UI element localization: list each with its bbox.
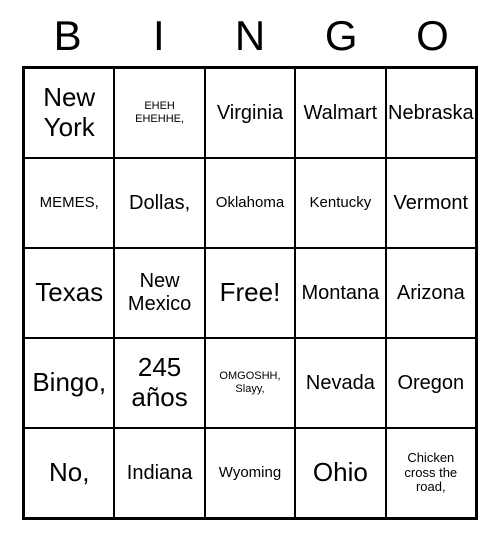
bingo-cell[interactable]: Chicken cross the road, [386, 428, 476, 518]
bingo-cell[interactable]: Arizona [386, 248, 476, 338]
bingo-cell[interactable]: Texas [24, 248, 114, 338]
bingo-cell[interactable]: 245 años [114, 338, 204, 428]
bingo-cell[interactable]: Indiana [114, 428, 204, 518]
bingo-cell[interactable]: Montana [295, 248, 385, 338]
header-letter-i: I [113, 12, 204, 60]
bingo-cell[interactable]: OMGOSHH, Slayy, [205, 338, 295, 428]
header-letter-o: O [387, 12, 478, 60]
bingo-cell[interactable]: Virginia [205, 68, 295, 158]
bingo-cell[interactable]: Bingo, [24, 338, 114, 428]
bingo-grid: New York EHEH EHEHHE, Virginia Walmart N… [22, 66, 478, 520]
header-letter-n: N [204, 12, 295, 60]
bingo-cell[interactable]: Wyoming [205, 428, 295, 518]
bingo-cell[interactable]: Oklahoma [205, 158, 295, 248]
header-letter-b: B [22, 12, 113, 60]
bingo-cell[interactable]: Nevada [295, 338, 385, 428]
bingo-cell[interactable]: New Mexico [114, 248, 204, 338]
bingo-cell[interactable]: Nebraska [386, 68, 476, 158]
bingo-cell[interactable]: Dollas, [114, 158, 204, 248]
bingo-cell[interactable]: EHEH EHEHHE, [114, 68, 204, 158]
bingo-free-cell[interactable]: Free! [205, 248, 295, 338]
bingo-header: B I N G O [22, 12, 478, 60]
bingo-cell[interactable]: Vermont [386, 158, 476, 248]
header-letter-g: G [296, 12, 387, 60]
bingo-cell[interactable]: New York [24, 68, 114, 158]
bingo-cell[interactable]: Ohio [295, 428, 385, 518]
bingo-cell[interactable]: No, [24, 428, 114, 518]
bingo-cell[interactable]: Walmart [295, 68, 385, 158]
bingo-cell[interactable]: Oregon [386, 338, 476, 428]
bingo-cell[interactable]: Kentucky [295, 158, 385, 248]
bingo-cell[interactable]: MEMES, [24, 158, 114, 248]
